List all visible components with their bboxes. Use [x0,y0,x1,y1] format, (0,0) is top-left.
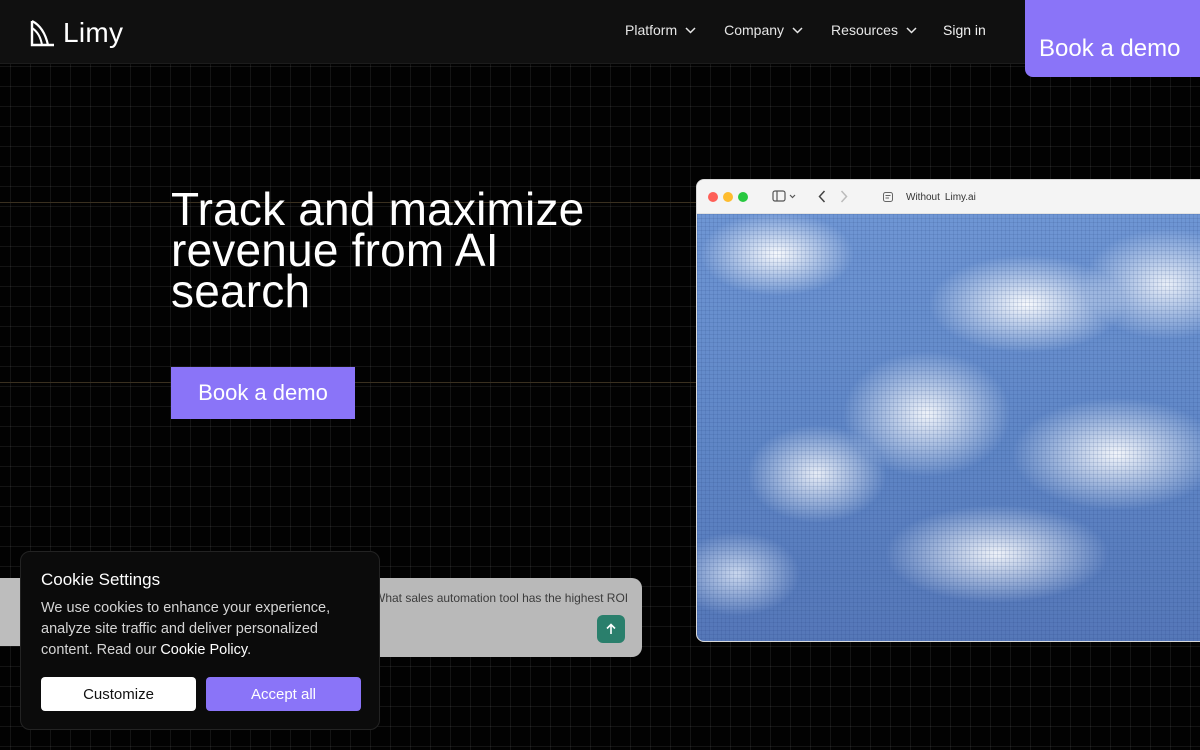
url-part: Limy.ai [944,192,976,203]
arrow-up-icon [606,623,616,634]
hero-title-line: search [171,265,311,317]
send-button[interactable] [597,615,625,643]
browser-mockup: Without Limy.ai [696,179,1200,642]
window-minimize-dot [723,192,733,202]
nav-label: Platform [625,22,678,38]
sign-in-link[interactable]: Sign in [943,22,986,38]
hero-title: Track and maximize revenue from AI searc… [171,186,641,314]
page-icon [883,192,893,202]
site-header: Limy Platform Company Resources Sign in [0,0,1200,64]
nav-item-platform[interactable]: Platform [625,22,696,38]
window-close-dot [708,192,718,202]
cookie-settings-dialog: Cookie Settings We use cookies to enhanc… [20,551,380,730]
accept-all-button[interactable]: Accept all [206,677,361,711]
chevron-down-icon [792,26,803,34]
cookie-policy-link[interactable]: Cookie Policy [160,642,247,658]
nav-label: Resources [831,22,898,38]
nav-label: Company [724,22,785,38]
main-nav: Platform Company Resources [625,22,945,38]
nav-item-company[interactable]: Company [724,22,803,38]
header-book-demo-button[interactable]: Book a demo [1025,0,1200,77]
sidebar-toggle-icon [772,190,786,202]
url-part: Without [906,192,940,203]
logo-text: Limy [63,17,124,48]
chat-input-mockup: What sales automation tool has the highe… [360,578,642,657]
limy-logo-icon [30,20,54,47]
logo[interactable]: Limy [30,18,123,48]
page: Limy Platform Company Resources Sign in … [0,0,1200,750]
cookie-body: We use cookies to enhance your experienc… [41,598,359,661]
cookie-body-suffix: . [247,642,252,658]
nav-item-resources[interactable]: Resources [831,22,917,38]
cookie-actions: Customize Accept all [41,677,361,711]
sky-clouds-image [697,214,1200,641]
cookie-title: Cookie Settings [41,570,161,589]
address-bar-text[interactable]: Without Limy.ai [906,192,981,203]
chat-prompt-text: What sales automation tool has the highe… [374,591,629,605]
chevron-down-icon [906,26,917,34]
forward-arrow-icon [840,190,848,203]
chevron-down-icon [685,26,696,34]
chevron-down-icon [789,194,796,199]
back-arrow-icon [818,190,826,203]
window-zoom-dot [738,192,748,202]
customize-button[interactable]: Customize [41,677,196,711]
hero-book-demo-button[interactable]: Book a demo [171,367,355,419]
browser-toolbar: Without Limy.ai [697,180,1200,214]
